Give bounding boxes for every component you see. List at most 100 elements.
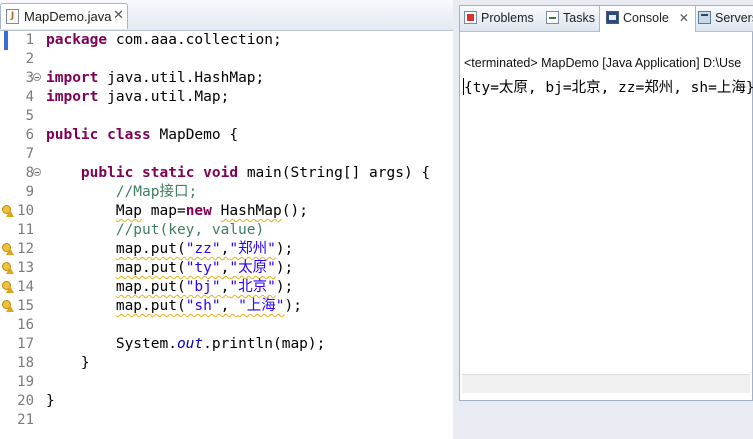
console-output[interactable]: {ty=太原, bj=北京, zz=郑州, sh=上海}: [464, 76, 753, 97]
line-number: 5: [25, 108, 34, 124]
code-text: map.put("zz","郑州");: [46, 240, 293, 259]
code-text: public static void main(String[] args) {: [46, 164, 430, 183]
code-token: }: [46, 393, 55, 409]
code-line[interactable]: 20}: [0, 392, 453, 411]
code-token: import: [46, 70, 99, 86]
editor-tab-mapdemo[interactable]: J MapDemo.java ✕: [0, 3, 128, 29]
code-text: }: [46, 392, 55, 411]
line-number: 9: [25, 184, 34, 200]
code-line[interactable]: 21: [0, 411, 453, 430]
code-token: java.util.HashMap;: [98, 70, 265, 86]
line-number: 16: [17, 317, 34, 333]
code-text: Map map=new HashMap();: [46, 202, 308, 221]
close-icon[interactable]: ✕: [113, 8, 124, 23]
code-token: }: [46, 355, 90, 371]
fold-toggle-icon[interactable]: [33, 73, 41, 81]
code-text: System.out.println(map);: [46, 335, 326, 354]
code-token: "上海": [238, 298, 285, 314]
code-line[interactable]: 5: [0, 107, 453, 126]
tasks-icon: [546, 11, 559, 24]
code-text: //put(key, value): [46, 221, 264, 240]
code-token: static: [142, 165, 195, 181]
code-line[interactable]: 2: [0, 50, 453, 69]
code-token: "bj": [185, 279, 221, 295]
fold-toggle-icon[interactable]: [33, 168, 41, 176]
code-token: "sh": [185, 298, 221, 314]
code-line[interactable]: 11 //put(key, value): [0, 221, 453, 240]
line-number: 12: [17, 241, 34, 257]
line-number: 13: [17, 260, 34, 276]
servers-icon: [698, 11, 711, 24]
console-panel: Problems Tasks Console ✕ Servers <termina…: [459, 5, 753, 401]
code-token: public: [80, 165, 134, 181]
code-token: "郑州": [229, 241, 276, 257]
code-line[interactable]: 19: [0, 373, 453, 392]
code-token: new: [185, 203, 212, 219]
line-number: 14: [17, 279, 34, 295]
code-area[interactable]: 1 package com.aaa.collection; 2 3 import jav…: [0, 31, 453, 439]
line-number: 1: [25, 32, 34, 48]
code-token: .println(map);: [203, 336, 326, 352]
code-line[interactable]: 17 System.out.println(map);: [0, 335, 453, 354]
code-line[interactable]: 3 import java.util.HashMap;: [0, 69, 453, 88]
code-token: //put(key, value): [115, 222, 265, 238]
code-line[interactable]: 13 map.put("ty","太原");: [0, 259, 453, 278]
tab-console-label: Console: [623, 11, 669, 25]
tab-console[interactable]: Console ✕: [599, 6, 696, 32]
editor-pane: J MapDemo.java ✕ 1 package com.aaa.collec…: [0, 0, 453, 439]
line-number: 7: [25, 146, 34, 162]
view-tab-bar: Problems Tasks Console ✕ Servers: [460, 6, 753, 32]
code-token: map.put(: [115, 298, 186, 314]
code-text: import java.util.HashMap;: [46, 69, 264, 88]
code-text: //Map接口;: [46, 183, 197, 202]
code-token: "太原": [229, 260, 276, 276]
line-number: 15: [17, 298, 34, 314]
code-line[interactable]: 16: [0, 316, 453, 335]
code-token: import: [46, 89, 99, 105]
code-line[interactable]: 7: [0, 145, 453, 164]
code-line[interactable]: 12 map.put("zz","郑州");: [0, 240, 453, 259]
code-line[interactable]: 9 //Map接口;: [0, 183, 453, 202]
code-token: "北京": [229, 279, 276, 295]
tab-servers[interactable]: Servers: [698, 6, 753, 31]
code-token: map.put(: [115, 260, 186, 276]
horizontal-scrollbar[interactable]: [462, 374, 750, 393]
code-token: map.put(: [115, 241, 186, 257]
current-line-marker: [4, 31, 8, 50]
tab-tasks[interactable]: Tasks: [546, 6, 595, 31]
code-line[interactable]: 15 map.put("sh", "上海");: [0, 297, 453, 316]
code-line[interactable]: 10 Map map=new HashMap();: [0, 202, 453, 221]
code-token: map=: [142, 203, 186, 219]
code-line[interactable]: 8 public static void main(String[] args)…: [0, 164, 453, 183]
tab-servers-label: Servers: [715, 11, 753, 25]
code-token: main(String[] args) {: [238, 165, 431, 181]
code-text: package com.aaa.collection;: [46, 31, 282, 50]
line-number: 2: [25, 51, 34, 67]
code-token: );: [275, 260, 294, 276]
code-token: ();: [281, 203, 308, 219]
code-token: "zz": [185, 241, 221, 257]
code-token: class: [107, 127, 151, 143]
java-file-icon: J: [6, 9, 19, 24]
code-token: ,: [220, 298, 239, 314]
line-number: 17: [17, 336, 34, 352]
close-icon[interactable]: ✕: [679, 11, 689, 25]
line-number: 11: [17, 222, 34, 238]
code-line[interactable]: 4 import java.util.Map;: [0, 88, 453, 107]
code-token: map.put(: [115, 279, 186, 295]
code-token: MapDemo {: [150, 127, 239, 143]
code-line[interactable]: 6 public class MapDemo {: [0, 126, 453, 145]
code-line[interactable]: 14 map.put("bj","北京");: [0, 278, 453, 297]
line-number: 10: [17, 203, 34, 219]
tab-problems[interactable]: Problems: [464, 6, 534, 31]
console-status: <terminated> MapDemo [Java Application] …: [464, 56, 742, 70]
code-text: map.put("sh", "上海");: [46, 297, 302, 316]
code-line[interactable]: 18 }: [0, 354, 453, 373]
code-line[interactable]: 1 package com.aaa.collection;: [0, 31, 453, 50]
